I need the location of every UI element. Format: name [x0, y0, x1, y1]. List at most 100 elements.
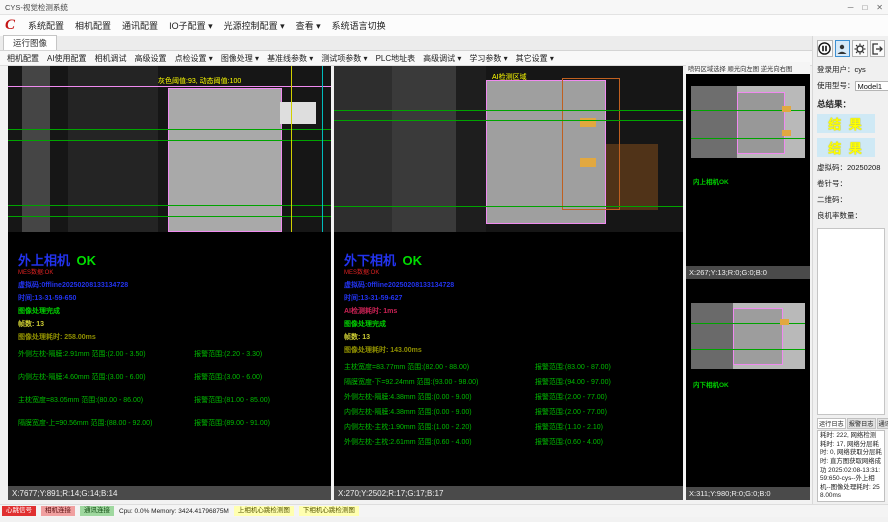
- camera-canvas-outer-lower[interactable]: AI检测区域 外下相机 OK MES数据:OK 虚拟码:0ffline20250…: [334, 66, 683, 486]
- pixel-coordinates: X:7677;Y:891;R:14;G:14;B:14: [12, 489, 117, 498]
- connector-tab: [280, 102, 316, 124]
- image-band: [392, 66, 456, 232]
- menu-io-config[interactable]: IO子配置 ▾: [169, 19, 213, 32]
- exit-button[interactable]: [870, 40, 886, 57]
- overlay-measure-line: [334, 206, 683, 207]
- measurement-row: 主枕宽度=83.77mm 范围:(82.00 - 88.00) 报警范围:(83…: [344, 362, 679, 372]
- yield-count-row: 良机率数量：: [817, 210, 885, 221]
- tab-run-log[interactable]: 运行日志: [817, 418, 846, 429]
- tool-test-params[interactable]: 测试项参数 ▾: [321, 53, 367, 64]
- ai-time-line: AI检测耗时: 1ms: [344, 306, 679, 316]
- tool-baseline-params[interactable]: 基准线参数 ▾: [267, 53, 313, 64]
- model-select[interactable]: Model1: [855, 81, 888, 91]
- menu-view[interactable]: 查看 ▾: [296, 19, 321, 32]
- login-user-row: 登录用户： cys: [817, 64, 885, 75]
- measurement-row: 外侧左枕-隔膜:4.38mm 范围:(0.00 - 9.00) 报警范围:(2.…: [344, 392, 679, 402]
- tab-run-image[interactable]: 运行图像: [3, 35, 57, 50]
- measurement-value: 主枕宽度=83.77mm 范围:(82.00 - 88.00): [344, 362, 535, 372]
- overlay-vertical-cyan: [322, 66, 323, 232]
- menu-camera-config[interactable]: 相机配置: [75, 19, 111, 32]
- tab-alarm-log[interactable]: 报警日志: [847, 418, 876, 429]
- camera-name-label: 外上相机: [18, 253, 70, 268]
- tool-spot-check[interactable]: 点检设置 ▾: [175, 53, 213, 64]
- measurement-value: 隔膜宽度-上=90.56mm 范围:(88.00 - 92.00): [18, 418, 194, 428]
- comm-connection-badge: 通讯连接: [80, 506, 114, 516]
- overlay-measure-line: [8, 205, 331, 206]
- result-info-block: 外下相机 OK MES数据:OK 虚拟码:0ffline202502081331…: [344, 250, 679, 452]
- alarm-range: 报警范围:(83.00 - 87.00): [535, 362, 611, 372]
- result-indicator-2: 结 果: [817, 138, 875, 157]
- elapsed-line: 图像处理耗时: 143.00ms: [344, 345, 679, 355]
- alarm-range: 报警范围:(2.00 - 77.00): [535, 407, 607, 417]
- close-button[interactable]: ✕: [876, 3, 883, 12]
- overlay-vertical-yellow: [291, 66, 292, 232]
- camera-panel-outer-upper: 灰色阈值:93, 动态阈值:100 外上相机 OK MES数据:OK 虚拟码:0…: [8, 66, 331, 500]
- measurement-value: 内侧左枕-主枕:1.90mm 范围:(1.00 - 2.20): [344, 422, 535, 432]
- pixel-coordinates: X:311;Y:980;R:0;G:0;B:0: [689, 489, 771, 498]
- tool-plc-address[interactable]: PLC地址表: [376, 53, 416, 64]
- tool-advanced-settings[interactable]: 高级设置: [135, 53, 167, 64]
- tool-image-processing[interactable]: 图像处理 ▾: [221, 53, 259, 64]
- measurement-row: 内侧左枕-主枕:1.90mm 范围:(1.00 - 2.20) 报警范围:(1.…: [344, 422, 679, 432]
- mes-status-line: MES数据:OK: [18, 270, 327, 277]
- elapsed-line: 图像处理耗时: 258.00ms: [18, 332, 327, 342]
- virtual-code-value: 20250208: [847, 163, 880, 172]
- alarm-range: 报警范围:(81.00 - 85.00): [194, 395, 270, 405]
- frame-count-line: 帧数: 13: [18, 319, 327, 329]
- thumbnail-column: 喷码区域选择 顺光向左图 逆光向右图 内上相机OK X:267;Y:13;R:0…: [686, 62, 810, 500]
- ai-detect-rect: [562, 78, 620, 210]
- tool-advanced-debug[interactable]: 高级调试 ▾: [423, 53, 461, 64]
- tool-camera-config[interactable]: 相机配置: [7, 53, 39, 64]
- menu-system-config[interactable]: 系统配置: [28, 19, 64, 32]
- tool-ai-usage-config[interactable]: AI使用配置: [47, 53, 87, 64]
- thumbnail-inner-lower[interactable]: 内下相机OK: [686, 279, 810, 487]
- electrode-highlight: [780, 319, 789, 325]
- reel-number-label: 卷针号：: [817, 178, 847, 189]
- overlay-measure-line: [334, 120, 683, 121]
- alarm-range: 报警范围:(0.60 - 4.00): [535, 437, 603, 447]
- battery-cell-region: [733, 308, 783, 365]
- measurement-row: 隔膜宽度-下=92.24mm 范围:(93.00 - 98.00) 报警范围:(…: [344, 377, 679, 387]
- tool-learning-params[interactable]: 学习参数 ▾: [469, 53, 507, 64]
- app-logo-icon: C: [5, 18, 15, 33]
- frame-count-line: 帧数: 13: [344, 332, 679, 342]
- alarm-range: 报警范围:(3.00 - 6.00): [194, 372, 262, 382]
- battery-cell-region: [737, 92, 785, 154]
- ai-area-overlay-text: AI检测区域: [492, 72, 527, 82]
- maximize-button[interactable]: □: [862, 3, 867, 12]
- camera-canvas-outer-upper[interactable]: 灰色阈值:93, 动态阈值:100 外上相机 OK MES数据:OK 虚拟码:0…: [8, 66, 331, 486]
- control-panel: 登录用户： cys 使用型号： Model1 总结果： 结 果 结 果 虚拟码：…: [812, 36, 888, 504]
- menu-language-switch[interactable]: 系统语言切换: [332, 19, 386, 32]
- measurement-value: 外侧左枕-隔膜:4.38mm 范围:(0.00 - 9.00): [344, 392, 535, 402]
- result-list-box[interactable]: [817, 228, 885, 415]
- tool-other-settings[interactable]: 其它设置 ▾: [516, 53, 554, 64]
- titlebar: CYS-视觉检测系统 ─ □ ✕: [0, 0, 888, 15]
- ok-status-label: OK: [76, 253, 96, 268]
- tab-strip: 运行图像: [0, 36, 812, 51]
- menubar: C 系统配置 相机配置 通讯配置 IO子配置 ▾ 光源控制配置 ▾ 查看 ▾ 系…: [0, 15, 888, 36]
- processing-done-line: 图像处理完成: [344, 319, 679, 329]
- measurement-list: 外侧左枕-隔膜:2.91mm 范围:(2.00 - 3.50) 报警范围:(2.…: [18, 349, 327, 428]
- thumbnail-image: [691, 86, 805, 158]
- user-icon: [836, 43, 848, 55]
- menu-comm-config[interactable]: 通讯配置: [122, 19, 158, 32]
- region-select-header[interactable]: 喷码区域选择 顺光向左图 逆光向右图: [686, 62, 810, 74]
- pixel-coordinates: X:270;Y:2502;R:17;G:17;B:17: [338, 489, 443, 498]
- user-button[interactable]: [835, 40, 851, 57]
- reel-number-row: 卷针号：: [817, 178, 885, 189]
- log-output[interactable]: 耗时: 222, 网络检测耗时: 17, 网络分层耗时: 0, 网络获取分层耗时…: [817, 430, 885, 502]
- thumbnail-inner-upper[interactable]: 内上相机OK: [686, 74, 810, 266]
- pixel-coordinate-bar: X:270;Y:2502;R:17;G:17;B:17: [334, 486, 683, 500]
- measurement-row: 外侧左枕-隔膜:2.91mm 范围:(2.00 - 3.50) 报警范围:(2.…: [18, 349, 327, 359]
- image-band: [456, 66, 486, 232]
- pause-button[interactable]: [817, 40, 833, 57]
- battery-cell-region: [168, 88, 282, 232]
- time-line: 时间:13-31-59-650: [18, 293, 327, 303]
- measurement-value: 内侧左枕-隔膜:4.60mm 范围:(3.00 - 6.00): [18, 372, 194, 382]
- thumbnail-status-label: 内下相机OK: [693, 379, 729, 389]
- menu-light-config[interactable]: 光源控制配置 ▾: [224, 19, 285, 32]
- tool-camera-debug[interactable]: 相机调试: [95, 53, 127, 64]
- settings-button[interactable]: [852, 40, 868, 57]
- minimize-button[interactable]: ─: [848, 3, 854, 12]
- tab-comm-log[interactable]: 通讯日志: [877, 418, 888, 429]
